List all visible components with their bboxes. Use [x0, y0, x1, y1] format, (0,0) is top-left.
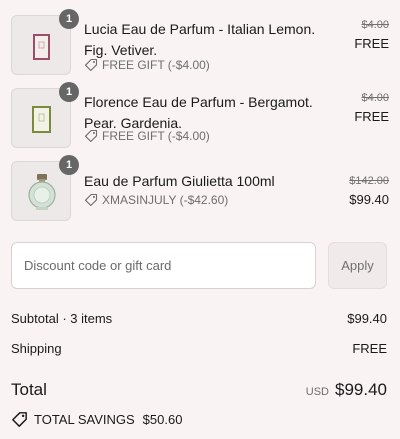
- total-amount: $99.40: [335, 380, 387, 399]
- quantity-badge: 1: [59, 9, 79, 29]
- discount-label: FREE GIFT (-$4.00): [102, 58, 210, 72]
- total-amount-group: USD $99.40: [306, 380, 387, 400]
- shipping-value: FREE: [352, 341, 387, 356]
- final-price: FREE: [354, 109, 389, 124]
- apply-button[interactable]: Apply: [328, 242, 387, 289]
- discount-code-input[interactable]: [11, 242, 316, 289]
- original-price: $4.00: [361, 92, 389, 104]
- product-thumbnail: 1: [11, 9, 79, 75]
- product-name: Lucia Eau de Parfum - Italian Lemon. Fig…: [84, 21, 316, 58]
- currency-code: USD: [305, 386, 329, 398]
- savings-amount: $50.60: [142, 412, 183, 427]
- final-price: FREE: [354, 36, 389, 51]
- discount-tag: FREE GIFT (-$4.00): [84, 58, 210, 72]
- total-savings: TOTAL SAVINGS $50.60: [11, 411, 182, 428]
- product-thumbnail: 1: [11, 155, 79, 221]
- tag-icon: [84, 193, 98, 207]
- line-item: 1 Eau de Parfum Giulietta 100ml XMASINJU…: [11, 155, 389, 221]
- quantity-badge: 1: [59, 82, 79, 102]
- discount-tag: XMASINJULY (-$42.60): [84, 193, 228, 207]
- discount-label: XMASINJULY (-$42.60): [102, 193, 229, 207]
- quantity-badge: 1: [59, 155, 79, 175]
- final-price: $99.40: [349, 192, 389, 207]
- original-price: $142.00: [349, 175, 389, 187]
- product-thumbnail: 1: [11, 82, 79, 148]
- original-price: $4.00: [361, 19, 389, 31]
- line-item: 1 Florence Eau de Parfum - Bergamot. Pea…: [11, 82, 389, 148]
- shipping-label: Shipping: [11, 341, 62, 356]
- line-item: 1 Lucia Eau de Parfum - Italian Lemon. F…: [11, 9, 389, 75]
- savings-label: TOTAL SAVINGS: [34, 412, 135, 427]
- total-label: Total: [11, 380, 47, 399]
- shipping-row: Shipping FREE: [11, 341, 387, 356]
- subtotal-row: Subtotal · 3 items $99.40: [11, 311, 387, 326]
- subtotal-value: $99.40: [347, 311, 387, 326]
- discount-label: FREE GIFT (-$4.00): [102, 129, 210, 143]
- tag-icon: [84, 58, 98, 72]
- subtotal-label: Subtotal · 3 items: [11, 311, 113, 326]
- tag-icon: [84, 129, 98, 143]
- tag-icon: [12, 412, 27, 427]
- discount-tag: FREE GIFT (-$4.00): [84, 129, 210, 143]
- product-name: Florence Eau de Parfum - Bergamot. Pear.…: [84, 94, 313, 131]
- product-name: Eau de Parfum Giulietta 100ml: [84, 173, 275, 189]
